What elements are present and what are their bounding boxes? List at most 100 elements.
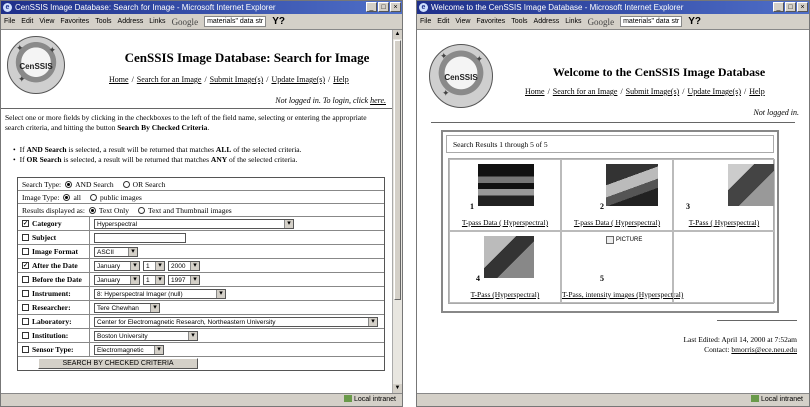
instrument-row: Instrument: 8: Hyperspectral Imager (nul…: [18, 287, 384, 301]
nav-update-link[interactable]: Update Image(s): [271, 75, 325, 84]
laboratory-checkbox[interactable]: [22, 318, 29, 325]
text-only-radio[interactable]: [88, 206, 96, 214]
broken-image-icon: [606, 236, 614, 244]
menu-tools[interactable]: Tools: [511, 14, 527, 29]
result-link[interactable]: T-Pass ( Hyperspectral): [674, 218, 774, 227]
result-thumbnail[interactable]: [606, 164, 658, 206]
vertical-scrollbar[interactable]: ▲ ▼: [392, 30, 402, 393]
scroll-up-icon[interactable]: ▲: [393, 30, 402, 39]
image-format-checkbox[interactable]: [22, 248, 29, 255]
google-search-input[interactable]: materials" data str: [620, 16, 683, 27]
before-month-select[interactable]: January: [94, 274, 140, 285]
search-type-label: Search Type:: [22, 179, 62, 189]
result-number: 4: [476, 274, 480, 283]
result-link[interactable]: T-pass Data ( Hyperspectral): [450, 218, 560, 227]
result-number: 3: [686, 202, 690, 211]
menu-tools[interactable]: Tools: [95, 14, 111, 29]
maximize-button[interactable]: □: [378, 2, 389, 12]
nav-submit-link[interactable]: Submit Image(s): [210, 75, 264, 84]
maximize-button[interactable]: □: [785, 2, 796, 12]
image-type-all-label: all: [73, 192, 81, 202]
minimize-button[interactable]: _: [366, 2, 377, 12]
nav-home-link[interactable]: Home: [525, 87, 545, 96]
nav-search-link[interactable]: Search for an Image: [553, 87, 618, 96]
after-month-select[interactable]: January: [94, 260, 140, 271]
result-link[interactable]: T-Pass, intensity images (Hyperspectral): [562, 290, 683, 299]
result-link[interactable]: T-pass Data ( Hyperspectral): [562, 218, 672, 227]
instrument-select[interactable]: 8: Hyperspectral Imager (null): [94, 288, 226, 299]
before-day-select[interactable]: 1: [143, 274, 165, 285]
menu-view[interactable]: View: [39, 14, 54, 29]
page-title: CenSSIS Image Database: Search for Image: [124, 50, 370, 65]
nav-update-link[interactable]: Update Image(s): [687, 87, 741, 96]
search-type-help: If AND Search is selected, a result will…: [13, 145, 302, 165]
result-item-3[interactable]: 3 T-Pass ( Hyperspectral): [673, 159, 775, 231]
ie-icon: e: [419, 3, 428, 12]
result-item-5[interactable]: PICTURE 5 T-Pass, intensity images (Hype…: [561, 231, 683, 303]
login-status: Not logged in. To login, click here.: [275, 96, 386, 105]
nav-search-link[interactable]: Search for an Image: [137, 75, 202, 84]
or-search-radio[interactable]: [122, 180, 130, 188]
address-label[interactable]: Address: [534, 14, 560, 29]
menu-file[interactable]: File: [420, 14, 431, 29]
yahoo-icon[interactable]: Y?: [272, 14, 285, 29]
category-select[interactable]: Hyperspectral: [94, 218, 294, 229]
result-thumbnail[interactable]: [484, 236, 534, 278]
result-thumbnail[interactable]: [728, 164, 774, 206]
laboratory-select[interactable]: Center for Electromagnetic Research, Nor…: [94, 316, 378, 327]
subject-checkbox[interactable]: [22, 234, 29, 241]
google-search-input[interactable]: materials" data str: [204, 16, 267, 27]
menu-favorites[interactable]: Favorites: [60, 14, 89, 29]
nav-help-link[interactable]: Help: [333, 75, 349, 84]
category-checkbox[interactable]: ✓: [22, 220, 29, 227]
researcher-checkbox[interactable]: [22, 304, 29, 311]
scroll-thumb[interactable]: [394, 40, 401, 300]
institution-select[interactable]: Boston University: [94, 330, 198, 341]
sensor-type-select[interactable]: Electromagnetic: [94, 344, 164, 355]
menu-edit[interactable]: Edit: [21, 14, 33, 29]
result-item-1[interactable]: 1 T-pass Data ( Hyperspectral): [449, 159, 561, 231]
yahoo-icon[interactable]: Y?: [688, 14, 701, 29]
menu-edit[interactable]: Edit: [437, 14, 449, 29]
search-by-checked-criteria-button[interactable]: SEARCH BY CHECKED CRITERIA: [38, 358, 198, 369]
minimize-button[interactable]: _: [773, 2, 784, 12]
contact-email-link[interactable]: bmorris@ece.neu.edu: [731, 345, 797, 354]
title-bar: e Welcome to the CenSSIS Image Database …: [417, 1, 809, 14]
researcher-select[interactable]: Tere Chewhan: [94, 302, 160, 313]
close-button[interactable]: ×: [797, 2, 808, 12]
after-date-checkbox[interactable]: ✓: [22, 262, 29, 269]
sensor-type-checkbox[interactable]: [22, 346, 29, 353]
image-type-all-radio[interactable]: [63, 193, 71, 201]
before-year-select[interactable]: 1997: [168, 274, 200, 285]
scroll-down-icon[interactable]: ▼: [393, 384, 402, 393]
image-type-public-radio[interactable]: [89, 193, 97, 201]
menu-view[interactable]: View: [455, 14, 470, 29]
nav-links: Home / Search for an Image / Submit Image(s)…: [525, 87, 765, 96]
links-label[interactable]: Links: [565, 14, 581, 29]
close-button[interactable]: ×: [390, 2, 401, 12]
and-search-radio[interactable]: [65, 180, 73, 188]
instrument-checkbox[interactable]: [22, 290, 29, 297]
result-item-2[interactable]: 2 T-pass Data ( Hyperspectral): [561, 159, 673, 231]
empty-cell: [673, 231, 775, 303]
after-day-select[interactable]: 1: [143, 260, 165, 271]
after-year-select[interactable]: 2000: [168, 260, 200, 271]
address-label[interactable]: Address: [118, 14, 144, 29]
nav-submit-link[interactable]: Submit Image(s): [626, 87, 680, 96]
menu-favorites[interactable]: Favorites: [476, 14, 505, 29]
before-date-checkbox[interactable]: [22, 276, 29, 283]
result-item-4[interactable]: 4 T-Pass (Hyperspectral): [449, 231, 561, 303]
nav-home-link[interactable]: Home: [109, 75, 129, 84]
result-thumbnail[interactable]: [478, 164, 534, 206]
picture-placeholder[interactable]: PICTURE: [606, 236, 642, 244]
result-link[interactable]: T-Pass (Hyperspectral): [450, 290, 560, 299]
image-format-select[interactable]: ASCII: [94, 246, 138, 257]
menu-file[interactable]: File: [4, 14, 15, 29]
subject-input[interactable]: [94, 232, 186, 243]
text-thumbnail-radio[interactable]: [138, 206, 146, 214]
links-label[interactable]: Links: [149, 14, 165, 29]
nav-help-link[interactable]: Help: [749, 87, 765, 96]
login-link[interactable]: here.: [370, 96, 386, 105]
institution-checkbox[interactable]: [22, 332, 29, 339]
result-number: 2: [600, 202, 604, 211]
